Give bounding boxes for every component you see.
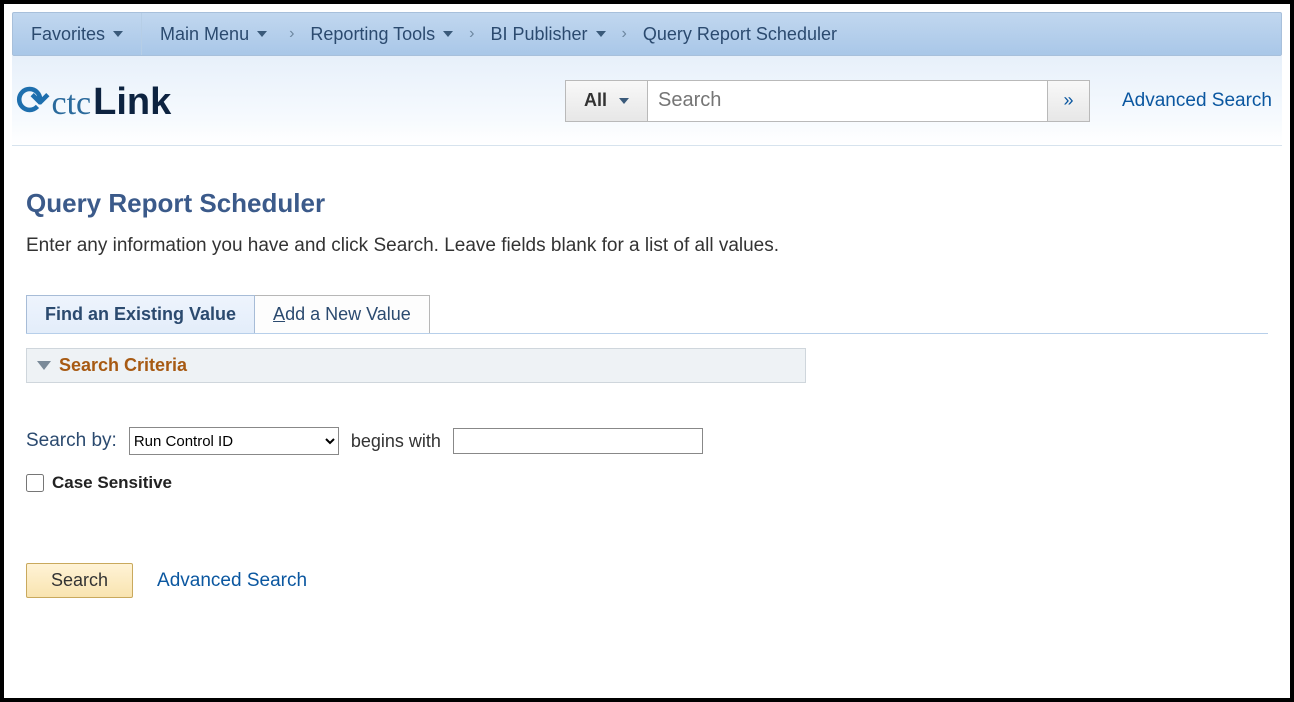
search-criteria-label: Search Criteria bbox=[59, 355, 187, 376]
tab-add-new[interactable]: Add a New Value bbox=[254, 295, 430, 333]
search-by-select[interactable]: Run Control ID bbox=[129, 427, 339, 455]
breadcrumb-label: Query Report Scheduler bbox=[643, 24, 837, 45]
caret-down-icon bbox=[257, 31, 267, 37]
collapse-icon bbox=[37, 361, 51, 370]
case-sensitive-label: Case Sensitive bbox=[52, 473, 172, 493]
breadcrumb-bi-publisher[interactable]: BI Publisher bbox=[478, 13, 617, 55]
favorites-menu[interactable]: Favorites bbox=[13, 13, 142, 55]
main-menu[interactable]: Main Menu bbox=[142, 13, 285, 55]
caret-down-icon bbox=[619, 98, 629, 104]
search-by-row: Search by: Run Control ID begins with bbox=[26, 427, 1268, 455]
advanced-search-link-top[interactable]: Advanced Search bbox=[1122, 90, 1272, 112]
global-search-group: All » bbox=[565, 80, 1090, 122]
breadcrumb-separator: › bbox=[285, 13, 298, 55]
begins-with-label: begins with bbox=[351, 431, 441, 452]
caret-down-icon bbox=[596, 31, 606, 37]
search-criteria-toggle[interactable]: Search Criteria bbox=[26, 348, 806, 383]
logo-text-ctc: ctc bbox=[52, 85, 92, 123]
tab-find-existing[interactable]: Find an Existing Value bbox=[26, 295, 255, 333]
go-icon: » bbox=[1063, 90, 1073, 111]
breadcrumb-label: BI Publisher bbox=[490, 24, 587, 45]
action-row: Search Advanced Search bbox=[26, 563, 1268, 598]
tab-strip: Find an Existing Value Add a New Value bbox=[26, 295, 1268, 334]
case-sensitive-row: Case Sensitive bbox=[26, 473, 1268, 493]
favorites-label: Favorites bbox=[31, 24, 105, 45]
breadcrumb-current-page: Query Report Scheduler bbox=[631, 13, 849, 55]
breadcrumb-label: Reporting Tools bbox=[310, 24, 435, 45]
search-by-label: Search by: bbox=[26, 430, 117, 452]
ctclink-logo: ⟳ ctc Link bbox=[12, 77, 171, 124]
caret-down-icon bbox=[113, 31, 123, 37]
global-search-go-button[interactable]: » bbox=[1048, 80, 1090, 122]
breadcrumb-separator: › bbox=[465, 13, 478, 55]
caret-down-icon bbox=[443, 31, 453, 37]
page-title: Query Report Scheduler bbox=[26, 188, 1268, 219]
search-value-input[interactable] bbox=[453, 428, 703, 454]
main-content: Query Report Scheduler Enter any informa… bbox=[12, 146, 1282, 598]
breadcrumb-reporting-tools[interactable]: Reporting Tools bbox=[298, 13, 465, 55]
search-button[interactable]: Search bbox=[26, 563, 133, 598]
case-sensitive-checkbox[interactable] bbox=[26, 474, 44, 492]
logo-swirl-icon: ⟳ bbox=[16, 77, 50, 124]
main-menu-label: Main Menu bbox=[160, 24, 249, 45]
top-nav-bar: Favorites Main Menu › Reporting Tools › … bbox=[12, 12, 1282, 56]
breadcrumb-separator: › bbox=[618, 13, 631, 55]
advanced-search-link[interactable]: Advanced Search bbox=[157, 570, 307, 592]
tab-label: Add a New Value bbox=[273, 304, 411, 324]
logo-text-link: Link bbox=[93, 81, 171, 124]
page-instructions: Enter any information you have and click… bbox=[26, 235, 1268, 257]
global-search-input[interactable] bbox=[648, 80, 1048, 122]
search-scope-label: All bbox=[584, 90, 607, 111]
tab-label: Find an Existing Value bbox=[45, 304, 236, 324]
header-strip: ⟳ ctc Link All » Advanced Search bbox=[12, 56, 1282, 146]
search-scope-dropdown[interactable]: All bbox=[565, 80, 648, 122]
